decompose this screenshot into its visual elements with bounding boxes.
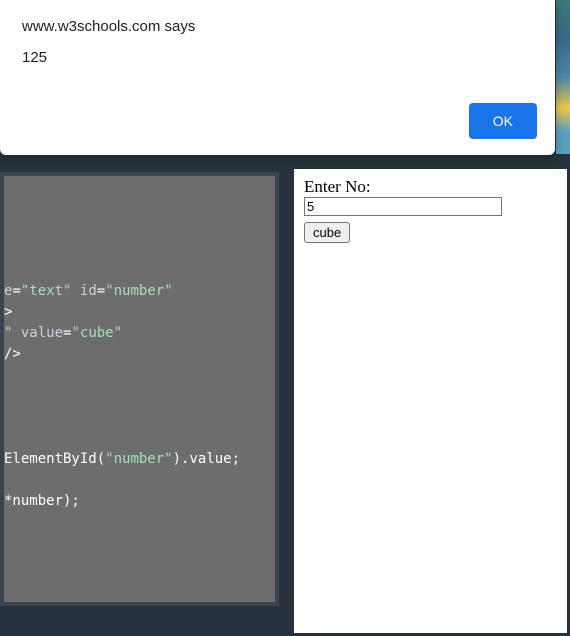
alert-origin: www.w3schools.com says	[22, 18, 533, 35]
code-line: " value="cube"	[4, 323, 275, 344]
code-line	[4, 386, 275, 407]
number-input[interactable]	[304, 197, 502, 216]
code-line: />	[4, 344, 275, 365]
decorative-strip	[556, 0, 570, 155]
alert-ok-button[interactable]: OK	[469, 103, 537, 139]
alert-message: 125	[22, 49, 533, 66]
result-pane: Enter No: cube	[291, 166, 570, 636]
code-line	[4, 407, 275, 428]
content-area: e="text" id="number">" value="cube"/> El…	[0, 154, 570, 636]
code-line	[4, 470, 275, 491]
code-line	[4, 428, 275, 449]
code-line: ElementById("number").value;	[4, 449, 275, 470]
cube-button[interactable]: cube	[304, 222, 350, 243]
code-line	[4, 365, 275, 386]
code-line: e="text" id="number"	[4, 281, 275, 302]
input-label: Enter No:	[304, 177, 371, 196]
alert-dialog: www.w3schools.com says 125 OK	[0, 0, 555, 155]
code-line: >	[4, 302, 275, 323]
code-editor[interactable]: e="text" id="number">" value="cube"/> El…	[0, 172, 279, 606]
code-editor-pane: e="text" id="number">" value="cube"/> El…	[0, 166, 291, 636]
code-line: *number);	[4, 491, 275, 512]
